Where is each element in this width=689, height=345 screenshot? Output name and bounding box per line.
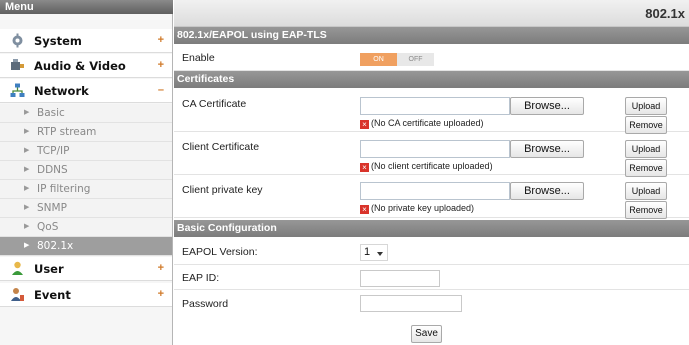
ca-certificate-status: × (No CA certificate uploaded): [360, 118, 484, 129]
client-certificate-status-text: (No client certificate uploaded): [371, 161, 493, 171]
system-gear-icon: [12, 33, 23, 48]
sidebar-item-label: SNMP: [37, 202, 67, 214]
audio-video-icon: [11, 59, 24, 70]
menu-header: Menu: [0, 0, 173, 14]
section-header-eap-tls: 802.1x/EAPOL using EAP-TLS: [174, 27, 689, 44]
sidebar-item-rtp-stream[interactable]: ▶ RTP stream: [0, 123, 172, 142]
menu-section-network[interactable]: Network –: [0, 79, 172, 103]
enable-label: Enable: [182, 52, 215, 64]
expand-icon[interactable]: +: [158, 262, 164, 274]
network-icon: [10, 83, 25, 97]
eapol-version-value: 1: [364, 246, 371, 258]
menu-label-audio-video: Audio & Video: [34, 59, 126, 73]
bullet-triangle-icon: ▶: [24, 222, 30, 230]
client-private-key-status-text: (No private key uploaded): [371, 203, 475, 213]
event-icon: [11, 288, 24, 301]
menu-label-event: Event: [34, 288, 71, 302]
menu-section-system[interactable]: System +: [0, 29, 172, 53]
client-certificate-file-input[interactable]: [360, 140, 510, 158]
bullet-triangle-icon: ▶: [24, 165, 30, 173]
password-label: Password: [182, 298, 229, 310]
bullet-triangle-icon: ▶: [24, 203, 30, 211]
bullet-triangle-icon: ▶: [24, 146, 30, 154]
section-header-basic-configuration: Basic Configuration: [174, 220, 689, 237]
sidebar-item-basic[interactable]: ▶ Basic: [0, 104, 172, 123]
password-field[interactable]: [360, 295, 462, 312]
error-x-icon: ×: [360, 120, 369, 129]
eap-id-label: EAP ID:: [182, 272, 220, 284]
sidebar-item-qos[interactable]: ▶ QoS: [0, 218, 172, 237]
page-title-bar: 802.1x: [174, 0, 689, 27]
sidebar-item-label: DDNS: [37, 164, 68, 176]
sidebar-item-label: TCP/IP: [37, 145, 70, 157]
sidebar-item-label: Basic: [37, 107, 65, 119]
bullet-triangle-icon: ▶: [24, 127, 30, 135]
sidebar-item-802-1x[interactable]: ▶ 802.1x: [0, 237, 172, 256]
expand-icon[interactable]: +: [158, 59, 164, 71]
section-header-certificates: Certificates: [174, 71, 689, 88]
ca-certificate-file-input[interactable]: [360, 97, 510, 115]
expand-icon[interactable]: +: [158, 288, 164, 300]
menu-label-system: System: [34, 34, 82, 48]
eapol-version-row: EAPOL Version:: [174, 237, 689, 265]
client-private-key-status: × (No private key uploaded): [360, 203, 474, 214]
ca-certificate-upload-button[interactable]: Upload: [625, 97, 667, 115]
user-icon: [12, 261, 23, 275]
client-certificate-label: Client Certificate: [182, 141, 260, 153]
client-private-key-upload-button[interactable]: Upload: [625, 182, 667, 200]
sidebar-item-snmp[interactable]: ▶ SNMP: [0, 199, 172, 218]
bullet-triangle-icon: ▶: [24, 108, 30, 116]
chevron-down-icon: [377, 252, 383, 256]
sidebar-item-label: RTP stream: [37, 126, 97, 138]
sidebar-item-ddns[interactable]: ▶ DDNS: [0, 161, 172, 180]
toggle-on[interactable]: ON: [360, 53, 397, 66]
menu-section-user[interactable]: User +: [0, 257, 172, 281]
menu-label-user: User: [34, 262, 64, 276]
toggle-off[interactable]: OFF: [397, 53, 434, 66]
sidebar-item-label: QoS: [37, 221, 59, 233]
eap-id-field[interactable]: [360, 270, 440, 287]
expand-icon[interactable]: +: [158, 34, 164, 46]
client-certificate-upload-button[interactable]: Upload: [625, 140, 667, 158]
client-private-key-label: Client private key: [182, 184, 263, 196]
menu-section-audio-video[interactable]: Audio & Video +: [0, 54, 172, 78]
client-private-key-browse-button[interactable]: Browse...: [510, 182, 584, 200]
eapol-version-select[interactable]: 1: [360, 244, 388, 261]
page-title: 802.1x: [645, 6, 685, 21]
sidebar-item-tcp-ip[interactable]: ▶ TCP/IP: [0, 142, 172, 161]
sidebar: Menu System + Audio & Video + Network – …: [0, 0, 173, 345]
collapse-icon[interactable]: –: [158, 84, 164, 96]
sidebar-item-label: IP filtering: [37, 183, 91, 195]
ca-certificate-status-text: (No CA certificate uploaded): [371, 118, 484, 128]
sidebar-item-label: 802.1x: [37, 240, 74, 252]
sidebar-item-ip-filtering[interactable]: ▶ IP filtering: [0, 180, 172, 199]
error-x-icon: ×: [360, 163, 369, 172]
ca-certificate-browse-button[interactable]: Browse...: [510, 97, 584, 115]
eapol-version-label: EAPOL Version:: [182, 246, 258, 258]
error-x-icon: ×: [360, 205, 369, 214]
bullet-triangle-icon: ▶: [24, 184, 30, 192]
client-private-key-file-input[interactable]: [360, 182, 510, 200]
menu-section-event[interactable]: Event +: [0, 283, 172, 307]
save-button[interactable]: Save: [411, 325, 442, 343]
ca-certificate-label: CA Certificate: [182, 98, 247, 110]
client-private-key-remove-button[interactable]: Remove: [625, 201, 667, 219]
bullet-triangle-icon: ▶: [24, 241, 30, 249]
client-certificate-status: × (No client certificate uploaded): [360, 161, 493, 172]
enable-toggle[interactable]: ON OFF: [360, 53, 434, 66]
menu-label-network: Network: [34, 84, 89, 98]
client-certificate-browse-button[interactable]: Browse...: [510, 140, 584, 158]
